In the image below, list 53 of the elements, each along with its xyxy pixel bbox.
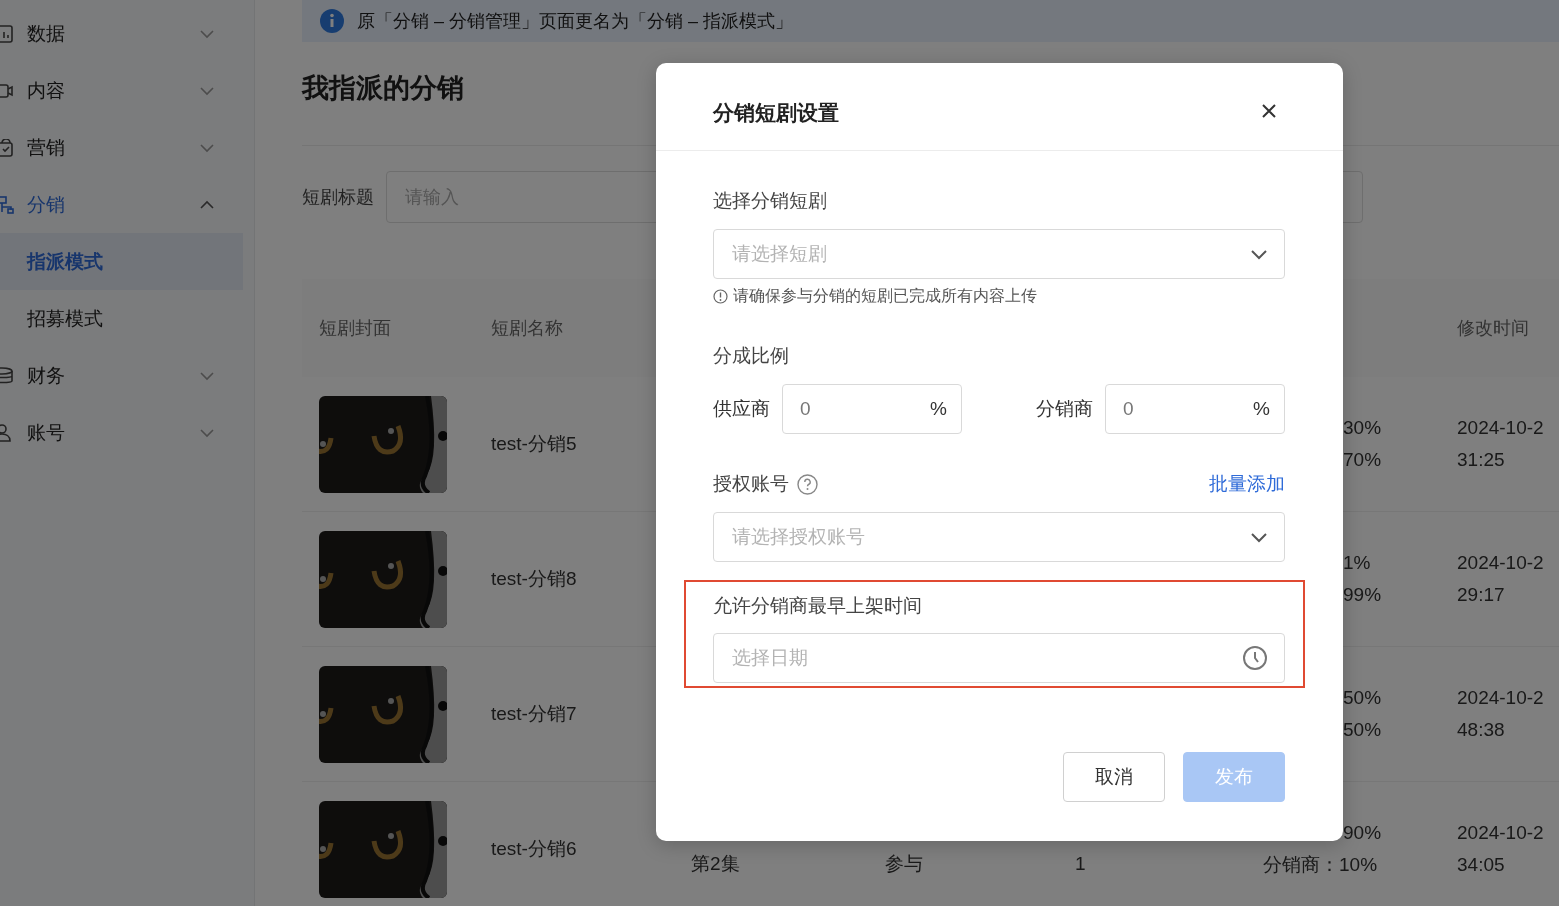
sidebar-item[interactable]: 数据 [0, 5, 243, 62]
chart-icon [0, 24, 14, 43]
field-label: 授权账号 [713, 472, 789, 496]
sidebar-item[interactable]: 营销 [0, 119, 243, 176]
database-icon [0, 366, 14, 385]
clock-icon [1242, 645, 1268, 671]
modified-time: 48:38 [1457, 718, 1506, 742]
hint-text: 请确保参与分销的短剧已完成所有内容上传 [733, 286, 1037, 306]
modified-time: 2024-10-2 [1457, 551, 1545, 575]
percent-input-field[interactable]: 0 % [782, 384, 962, 434]
table-cell-text: 1 [1075, 852, 1087, 876]
ratio-text: 30% [1343, 416, 1383, 440]
sidebar-item[interactable]: 分销 [0, 176, 243, 233]
sidebar-item[interactable]: 内容 [0, 62, 243, 119]
cancel-button[interactable]: 取消 [1063, 752, 1165, 802]
ratio-text: 50% [1343, 718, 1383, 742]
modified-time: 2024-10-2 [1457, 821, 1545, 845]
modified-time: 2024-10-2 [1457, 686, 1545, 710]
modified-time: 31:25 [1457, 448, 1506, 472]
dialog-title: 分销短剧设置 [713, 99, 839, 126]
drama-name: test-分销8 [491, 567, 578, 591]
sidebar-item[interactable]: 账号 [0, 404, 243, 461]
ratio-text: 1% [1343, 551, 1372, 575]
notice-text: 原「分销 – 分销管理」页面更名为「分销 – 指派模式」 [357, 10, 794, 33]
table-cell-text: 参与 [885, 852, 924, 876]
drama-name: test-分销7 [491, 702, 578, 726]
ratio-label: 供应商 [713, 397, 770, 421]
modified-time: 29:17 [1457, 583, 1506, 607]
ratio-text: 99% [1343, 583, 1383, 607]
hierarchy-icon [0, 195, 14, 214]
ratio-text: 分销商：10% [1263, 853, 1379, 877]
percent-input-field[interactable]: 0 % [1105, 384, 1285, 434]
filter-label: 短剧标题 [302, 186, 374, 209]
sidebar-subitem[interactable]: 招募模式 [0, 290, 243, 347]
sidebar-item[interactable]: 财务 [0, 347, 243, 404]
ratio-text: 90% [1343, 821, 1383, 845]
drama-name: test-分销6 [491, 837, 578, 861]
drama-name: test-分销5 [491, 432, 578, 456]
modified-time: 2024-10-2 [1457, 416, 1545, 440]
info-icon [713, 288, 728, 304]
modified-time: 34:05 [1457, 853, 1506, 877]
info-icon [320, 9, 344, 33]
bag-icon [0, 138, 14, 157]
table-cell-text: 第2集 [691, 852, 741, 876]
sidebar-subitem[interactable]: 指派模式 [0, 233, 243, 290]
user-icon [0, 423, 14, 442]
camera-icon [0, 81, 14, 100]
batch-add-link[interactable]: 批量添加 [1209, 471, 1285, 497]
field-label: 分成比例 [713, 344, 789, 368]
field-label: 允许分销商最早上架时间 [713, 594, 922, 618]
ratio-text: 50% [1343, 686, 1383, 710]
ratio-label: 分销商 [1036, 397, 1093, 421]
ratio-text: 70% [1343, 448, 1383, 472]
